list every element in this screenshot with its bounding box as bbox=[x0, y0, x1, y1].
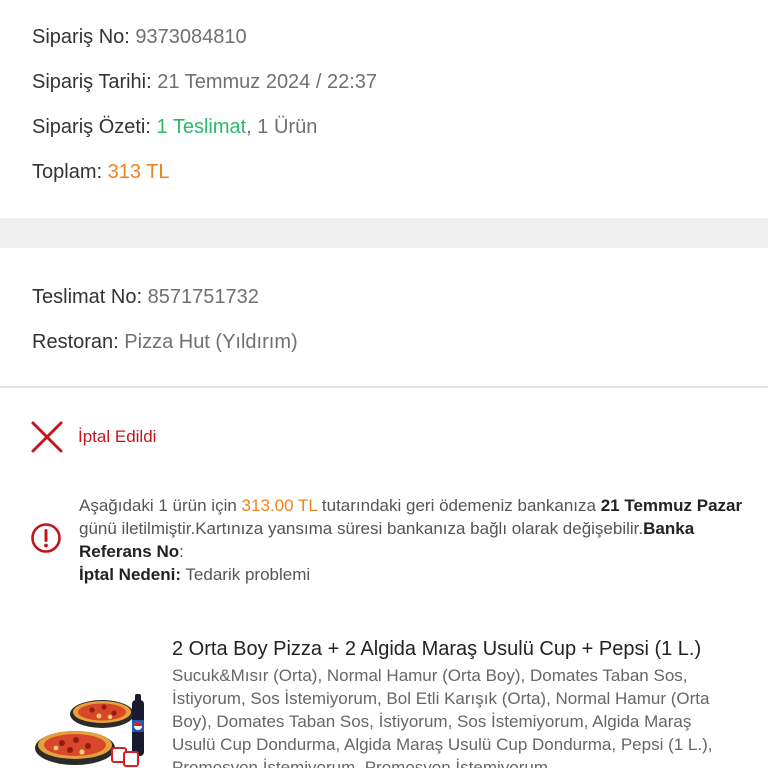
order-summary-label: Sipariş Özeti: bbox=[32, 116, 151, 138]
cancel-status: İptal Edildi bbox=[30, 420, 156, 454]
order-summary-section: Sipariş No: 9373084810 Sipariş Tarihi: 2… bbox=[0, 0, 768, 218]
delivery-no-value: 8571751732 bbox=[147, 286, 259, 308]
order-total-row: Toplam: 313 TL bbox=[32, 160, 170, 184]
order-date-row: Sipariş Tarihi: 21 Temmuz 2024 / 22:37 bbox=[32, 70, 377, 94]
order-summary-row: Sipariş Özeti: 1 Teslimat, 1 Ürün bbox=[32, 115, 317, 139]
cancel-reason-label: İptal Nedeni: bbox=[79, 565, 182, 584]
summary-separator: , bbox=[246, 116, 252, 138]
refund-text-part1: Aşağıdaki 1 ürün için bbox=[79, 496, 242, 515]
refund-amount: 313.00 TL bbox=[241, 496, 318, 515]
product-title: 2 Orta Boy Pizza + 2 Algida Maraş Usulü … bbox=[172, 638, 702, 660]
pizza-product-image bbox=[35, 694, 144, 767]
cancel-reason-value: Tedarik problemi bbox=[181, 565, 311, 584]
order-no-row: Sipariş No: 9373084810 bbox=[32, 25, 247, 49]
close-icon bbox=[31, 421, 63, 453]
refund-text-part3: günü iletilmiştir.Kartınıza yansıma süre… bbox=[79, 519, 644, 538]
restaurant-row: Restoran: Pizza Hut (Yıldırım) bbox=[32, 330, 298, 354]
restaurant-label: Restoran: bbox=[32, 331, 119, 353]
section-divider bbox=[0, 218, 768, 248]
status-text: İptal Edildi bbox=[78, 427, 157, 446]
refund-notice-text: Aşağıdaki 1 ürün için 313.00 TL tutarınd… bbox=[79, 494, 749, 586]
delivery-section: Teslimat No: 8571751732 Restoran: Pizza … bbox=[0, 248, 768, 388]
summary-delivery-count: 1 Teslimat bbox=[156, 116, 247, 138]
order-no-label: Sipariş No: bbox=[32, 26, 130, 48]
refund-date: 21 Temmuz Pazar bbox=[600, 496, 743, 515]
order-date-value: 21 Temmuz 2024 / 22:37 bbox=[157, 71, 378, 93]
order-total-label: Toplam: bbox=[32, 161, 103, 183]
order-total-value: 313 TL bbox=[107, 161, 170, 183]
refund-text-part2: tutarındaki geri ödemeniz bankanıza bbox=[317, 496, 601, 515]
product-description: Sucuk&Mısır (Orta), Normal Hamur (Orta B… bbox=[172, 666, 713, 768]
delivery-no-row: Teslimat No: 8571751732 bbox=[32, 285, 259, 309]
info-circle-icon bbox=[31, 523, 61, 553]
bank-reference-suffix: : bbox=[179, 542, 184, 561]
delivery-no-label: Teslimat No: bbox=[32, 286, 143, 308]
summary-item-count: 1 Ürün bbox=[257, 116, 318, 138]
order-no-value: 9373084810 bbox=[135, 26, 247, 48]
order-date-label: Sipariş Tarihi: bbox=[32, 71, 152, 93]
restaurant-value: Pizza Hut (Yıldırım) bbox=[124, 331, 298, 353]
